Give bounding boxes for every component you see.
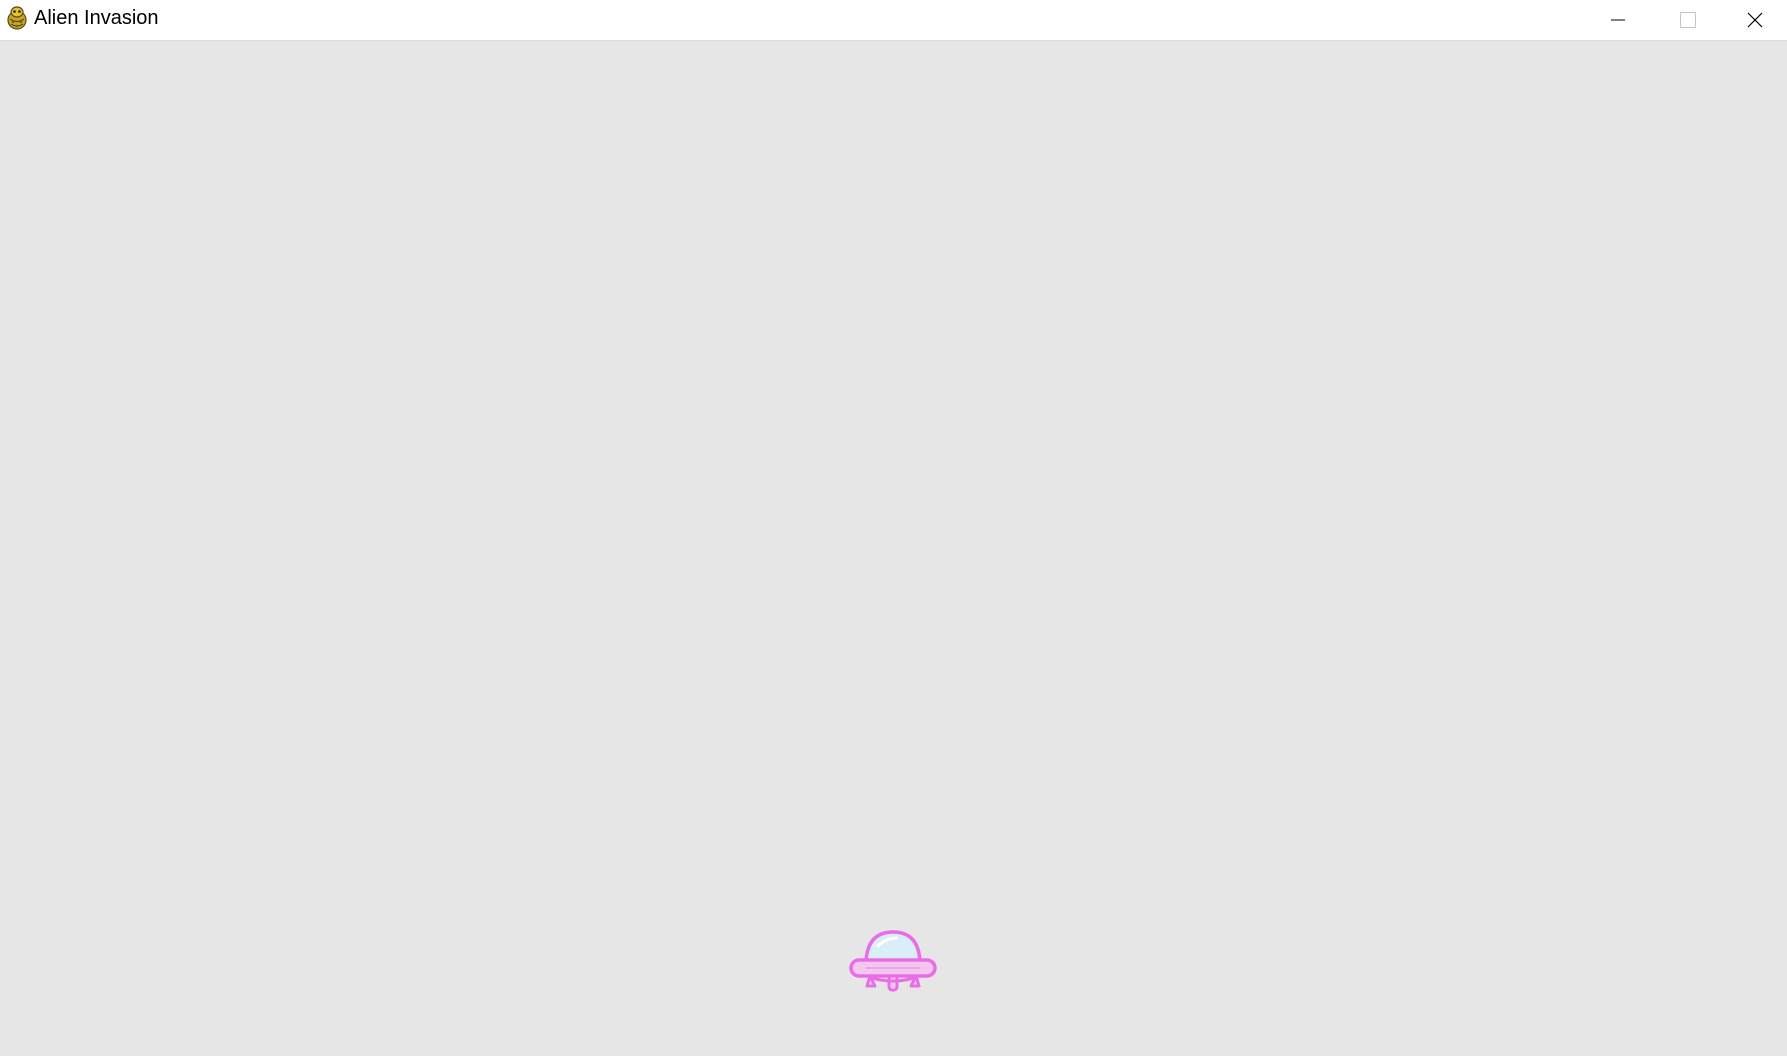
title-bar[interactable]: Alien Invasion (0, 0, 1787, 41)
pygame-snake-icon (5, 5, 29, 31)
minimize-button[interactable] (1583, 0, 1653, 40)
game-canvas[interactable] (0, 41, 1787, 1056)
window-title: Alien Invasion (34, 7, 159, 29)
ufo-ship-icon (848, 920, 938, 1024)
minimize-icon (1611, 13, 1625, 27)
game-window: Alien Invasion (0, 0, 1787, 1056)
close-icon (1747, 12, 1763, 28)
maximize-button[interactable] (1653, 0, 1723, 40)
maximize-icon (1680, 12, 1696, 28)
close-button[interactable] (1723, 0, 1787, 40)
